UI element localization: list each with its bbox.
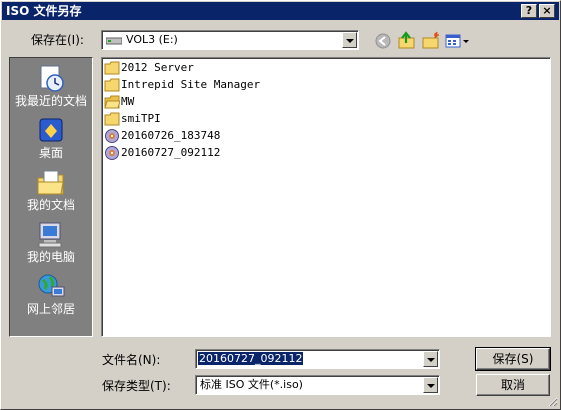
- save-as-dialog: ISO 文件另存 ? × 保存在(I): VOL3 (E:) 我最近的文档 桌面…: [0, 0, 561, 410]
- filename-field[interactable]: 20160727_092112: [195, 349, 440, 369]
- filetype-dropdown[interactable]: 标准 ISO 文件(*.iso): [195, 375, 440, 395]
- desktop-icon: [39, 118, 63, 142]
- help-button[interactable]: ?: [521, 4, 537, 18]
- resize-grip-icon[interactable]: [546, 395, 558, 407]
- new-folder-icon[interactable]: [421, 31, 441, 51]
- file-name: Intrepid Site Manager: [121, 78, 261, 91]
- save-in-value: VOL3 (E:): [126, 33, 178, 46]
- title-bar: ISO 文件另存 ? ×: [2, 2, 559, 20]
- disc-image-icon: [105, 146, 119, 160]
- disc-image-icon: [105, 129, 119, 143]
- save-button[interactable]: 保存(S): [475, 347, 551, 371]
- recent-documents-icon: [40, 65, 64, 92]
- place-label: 网上邻居: [26, 302, 75, 316]
- chevron-down-icon[interactable]: [423, 351, 438, 367]
- place-label: 我最近的文档: [14, 94, 87, 108]
- place-desktop[interactable]: 桌面: [10, 112, 92, 164]
- save-in-dropdown[interactable]: VOL3 (E:): [101, 30, 359, 50]
- place-my-documents[interactable]: 我的文档: [10, 164, 92, 216]
- place-label: 桌面: [38, 146, 63, 160]
- back-arrow-icon[interactable]: [373, 31, 393, 51]
- place-label: 我的文档: [26, 198, 75, 212]
- my-computer-icon: [38, 222, 62, 248]
- file-name: 2012 Server: [121, 61, 194, 74]
- window-title: ISO 文件另存: [6, 4, 82, 18]
- chevron-down-icon[interactable]: [423, 377, 438, 393]
- filetype-label: 保存类型(T):: [102, 379, 171, 393]
- file-name: smiTPI: [121, 112, 161, 125]
- place-my-computer[interactable]: 我的电脑: [10, 216, 92, 268]
- filename-label: 文件名(N):: [102, 353, 161, 367]
- cancel-button[interactable]: 取消: [476, 374, 550, 396]
- file-name: 20160726_183748: [121, 129, 221, 142]
- views-menu-icon[interactable]: [445, 31, 471, 51]
- folder-icon: [104, 78, 120, 92]
- close-button[interactable]: ×: [539, 4, 555, 18]
- place-label: 我的电脑: [26, 250, 75, 264]
- file-list[interactable]: 2012 Server Intrepid Site Manager MW smi…: [101, 57, 551, 337]
- places-bar: 我最近的文档 桌面 我的文档 我的电脑 网上邻居: [9, 57, 93, 337]
- place-recent-documents[interactable]: 我最近的文档: [10, 60, 92, 112]
- file-name: MW: [121, 95, 135, 108]
- folder-icon: [104, 61, 120, 75]
- filetype-value: 标准 ISO 文件(*.iso): [200, 378, 303, 391]
- chevron-down-icon[interactable]: [342, 32, 357, 48]
- network-places-icon: [38, 274, 65, 297]
- folder-icon: [104, 112, 120, 126]
- my-documents-icon: [37, 170, 64, 195]
- open-folder-icon: [104, 95, 120, 109]
- save-in-label: 保存在(I):: [31, 33, 84, 47]
- up-folder-icon[interactable]: [397, 31, 417, 51]
- drive-icon: [106, 37, 122, 45]
- file-name: 20160727_092112: [121, 146, 221, 159]
- place-network[interactable]: 网上邻居: [10, 268, 92, 320]
- filename-value: 20160727_092112: [198, 352, 304, 365]
